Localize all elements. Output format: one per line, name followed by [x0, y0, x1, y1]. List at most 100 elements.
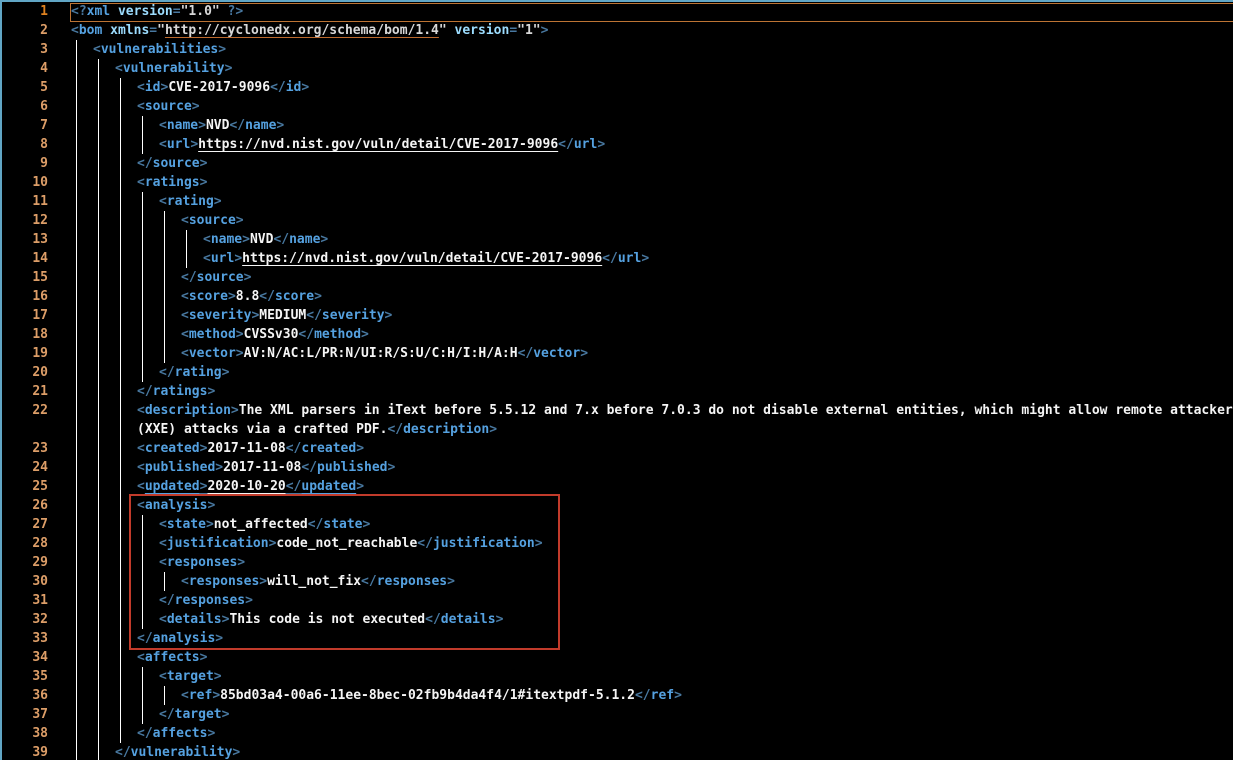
- xml-token-p: </: [417, 536, 433, 551]
- line-content[interactable]: <name>NVD</name>: [48, 230, 1233, 249]
- line-number[interactable]: 33: [2, 629, 48, 648]
- line-content[interactable]: <method>CVSSv30</method>: [48, 325, 1233, 344]
- line-number[interactable]: 24: [2, 458, 48, 477]
- line-content[interactable]: (XXE) attacks via a crafted PDF.</descri…: [48, 420, 1233, 439]
- line-content[interactable]: <justification>code_not_reachable</justi…: [48, 534, 1233, 553]
- line-number[interactable]: 14: [2, 249, 48, 268]
- line-content[interactable]: <url>https://nvd.nist.gov/vuln/detail/CV…: [48, 135, 1233, 154]
- line-content[interactable]: <created>2017-11-08</created>: [48, 439, 1233, 458]
- line-number[interactable]: 20: [2, 363, 48, 382]
- xml-token-t: state: [323, 517, 362, 532]
- line-number[interactable]: 3: [2, 40, 48, 59]
- line-number[interactable]: 30: [2, 572, 48, 591]
- line-content[interactable]: <details>This code is not executed</deta…: [48, 610, 1233, 629]
- line-number[interactable]: 21: [2, 382, 48, 401]
- code-line-25: 25<updated>2020-10-20</updated>: [2, 477, 1233, 496]
- xml-token-t: created: [145, 441, 200, 456]
- line-number[interactable]: 8: [2, 135, 48, 154]
- xml-token-p: >: [222, 707, 230, 722]
- code-line-34: 34<affects>: [2, 648, 1233, 667]
- indent-guide: [142, 553, 143, 572]
- line-number[interactable]: 35: [2, 667, 48, 686]
- xml-token-p: <: [137, 479, 145, 494]
- line-number[interactable]: 25: [2, 477, 48, 496]
- line-number[interactable]: 32: [2, 610, 48, 629]
- line-number[interactable]: 11: [2, 192, 48, 211]
- xml-token-p: >: [541, 23, 549, 38]
- line-number[interactable]: 13: [2, 230, 48, 249]
- line-content[interactable]: <description>The XML parsers in iText be…: [48, 401, 1233, 420]
- indent-guide: [142, 572, 143, 591]
- line-content[interactable]: <state>not_affected</state>: [48, 515, 1233, 534]
- line-number[interactable]: 34: [2, 648, 48, 667]
- line-content[interactable]: <name>NVD</name>: [48, 116, 1233, 135]
- line-content[interactable]: <bom xmlns="http://cyclonedx.org/schema/…: [48, 21, 1233, 40]
- line-content[interactable]: <analysis>: [48, 496, 1233, 515]
- line-content[interactable]: <?xml version="1.0" ?>: [48, 2, 1233, 21]
- line-content[interactable]: </responses>: [48, 591, 1233, 610]
- line-content[interactable]: <url>https://nvd.nist.gov/vuln/detail/CV…: [48, 249, 1233, 268]
- line-number[interactable]: [2, 420, 48, 439]
- line-content[interactable]: <published>2017-11-08</published>: [48, 458, 1233, 477]
- line-content[interactable]: <id>CVE-2017-9096</id>: [48, 78, 1233, 97]
- indent-guide: [76, 268, 77, 287]
- line-number[interactable]: 10: [2, 173, 48, 192]
- line-number[interactable]: 12: [2, 211, 48, 230]
- indent-guide: [142, 325, 143, 344]
- line-number[interactable]: 4: [2, 59, 48, 78]
- line-number[interactable]: 28: [2, 534, 48, 553]
- line-content[interactable]: <responses>: [48, 553, 1233, 572]
- xml-token-t: description: [145, 403, 231, 418]
- line-content[interactable]: </ratings>: [48, 382, 1233, 401]
- line-content[interactable]: </vulnerability>: [48, 743, 1233, 760]
- line-content[interactable]: </source>: [48, 154, 1233, 173]
- line-number[interactable]: 19: [2, 344, 48, 363]
- line-number[interactable]: 7: [2, 116, 48, 135]
- line-number[interactable]: 6: [2, 97, 48, 116]
- line-content[interactable]: </analysis>: [48, 629, 1233, 648]
- line-number[interactable]: 5: [2, 78, 48, 97]
- line-content[interactable]: </source>: [48, 268, 1233, 287]
- line-number[interactable]: 22: [2, 401, 48, 420]
- line-content[interactable]: <responses>will_not_fix</responses>: [48, 572, 1233, 591]
- line-content[interactable]: </affects>: [48, 724, 1233, 743]
- line-content[interactable]: </target>: [48, 705, 1233, 724]
- line-number[interactable]: 39: [2, 743, 48, 760]
- line-content[interactable]: <severity>MEDIUM</severity>: [48, 306, 1233, 325]
- line-number[interactable]: 2: [2, 21, 48, 40]
- line-number[interactable]: 18: [2, 325, 48, 344]
- xml-token-p: <: [115, 61, 123, 76]
- xml-token-p: >: [320, 232, 328, 247]
- line-number[interactable]: 16: [2, 287, 48, 306]
- line-content[interactable]: <updated>2020-10-20</updated>: [48, 477, 1233, 496]
- line-number[interactable]: 26: [2, 496, 48, 515]
- line-number[interactable]: 15: [2, 268, 48, 287]
- line-number[interactable]: 17: [2, 306, 48, 325]
- line-content[interactable]: <affects>: [48, 648, 1233, 667]
- line-content[interactable]: <source>: [48, 97, 1233, 116]
- line-number[interactable]: 31: [2, 591, 48, 610]
- line-content[interactable]: <ratings>: [48, 173, 1233, 192]
- indent-guide: [76, 458, 77, 477]
- line-content[interactable]: <vector>AV:N/AC:L/PR:N/UI:R/S:U/C:H/I:H/…: [48, 344, 1233, 363]
- xml-token-p: >: [190, 137, 198, 152]
- line-content[interactable]: <target>: [48, 667, 1233, 686]
- indent-guide: [76, 420, 77, 439]
- line-number[interactable]: 23: [2, 439, 48, 458]
- indent-guide: [98, 610, 99, 629]
- indent-guide: [120, 477, 121, 496]
- line-content[interactable]: <rating>: [48, 192, 1233, 211]
- line-number[interactable]: 36: [2, 686, 48, 705]
- line-content[interactable]: <vulnerabilities>: [48, 40, 1233, 59]
- line-content[interactable]: <vulnerability>: [48, 59, 1233, 78]
- line-number[interactable]: 37: [2, 705, 48, 724]
- line-content[interactable]: </rating>: [48, 363, 1233, 382]
- line-number[interactable]: 9: [2, 154, 48, 173]
- line-number[interactable]: 27: [2, 515, 48, 534]
- line-number[interactable]: 1: [2, 2, 48, 21]
- line-content[interactable]: <source>: [48, 211, 1233, 230]
- line-number[interactable]: 38: [2, 724, 48, 743]
- line-number[interactable]: 29: [2, 553, 48, 572]
- line-content[interactable]: <ref>85bd03a4-00a6-11ee-8bec-02fb9b4da4f…: [48, 686, 1233, 705]
- line-content[interactable]: <score>8.8</score>: [48, 287, 1233, 306]
